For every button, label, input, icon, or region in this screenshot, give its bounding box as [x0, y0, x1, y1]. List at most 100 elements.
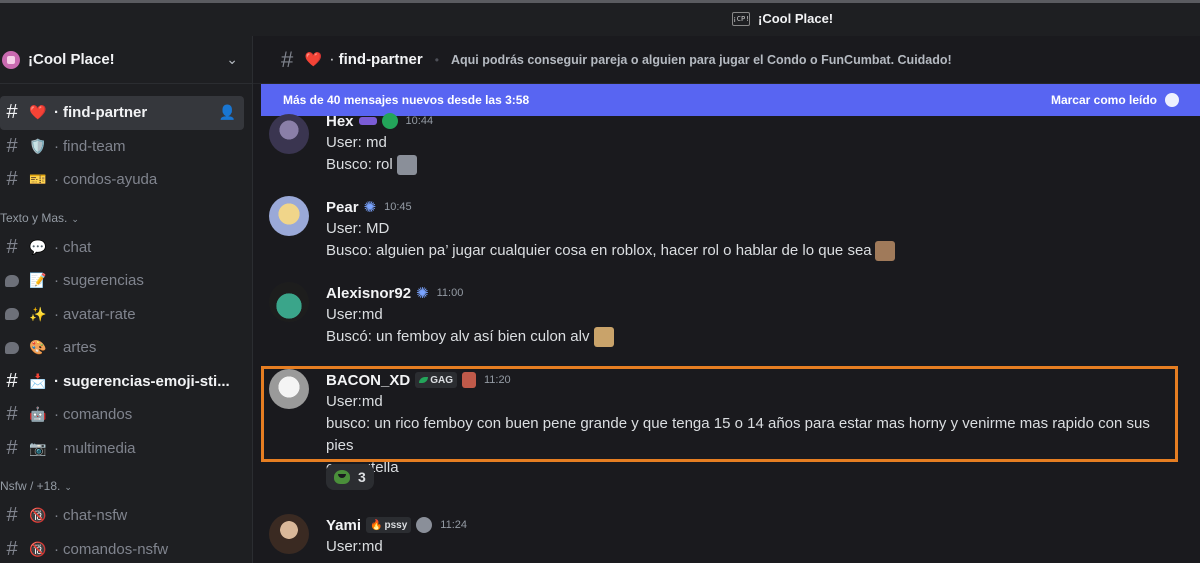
message-timestamp: 10:45 [384, 201, 412, 213]
mark-as-read-button[interactable]: Marcar como leído [1051, 93, 1157, 107]
channel-find-team[interactable]: # 🛡️ · find-team [0, 130, 244, 164]
channel-header: # ❤️ · find-partner • Aqui podrás conseg… [253, 36, 1200, 84]
leaf-icon [419, 377, 429, 383]
ticket-icon: 🎫 [29, 171, 47, 188]
message-line: Buscó: un femboy alv así bien culon alv [326, 328, 590, 345]
gear-icon [416, 517, 433, 533]
channel-label: chat-nsfw [63, 507, 128, 525]
mark-read-icon[interactable] [1165, 93, 1179, 107]
message-author[interactable]: Alexisnor92 [326, 285, 411, 302]
channel-label: condos-ayuda [63, 171, 158, 189]
add-member-icon[interactable]: 👤 [219, 104, 236, 121]
camera-icon: 📷 [29, 439, 47, 456]
message-line: Busco: alguien pa’ jugar cualquier cosa … [326, 242, 872, 259]
robot-icon: 🤖 [29, 406, 47, 423]
fire-icon: 🔥 [370, 519, 383, 531]
category-label: Texto y Mas. [0, 210, 68, 225]
hashtag-icon: # [6, 403, 18, 426]
channel-sidebar: ¡Cool Place! ⌄ # ❤️ · find-partner 👤 # 🛡… [0, 36, 252, 563]
message-line: con nutella [326, 459, 399, 476]
category-texto-y-mas[interactable]: Texto y Mas. ⌄ [0, 197, 252, 231]
face-emoji-icon [874, 241, 895, 262]
hashtag-icon: # [6, 369, 18, 392]
message-author[interactable]: Yami [326, 517, 361, 534]
shield-icon: 🛡️ [29, 137, 47, 154]
category-label: Nsfw / +18. [0, 479, 61, 493]
reaction-button[interactable]: 3 [326, 464, 374, 490]
channel-label: avatar-rate [63, 305, 136, 323]
channel-label: sugerencias-emoji-sti... [63, 372, 230, 390]
new-messages-text[interactable]: Más de 40 mensajes nuevos desde las 3:58 [283, 93, 1051, 107]
avatar[interactable] [269, 114, 309, 154]
heart-icon: ❤️ [29, 104, 47, 121]
message-timestamp: 11:20 [483, 374, 511, 386]
channel-label: chat [63, 238, 92, 256]
message-line: busco: un rico femboy con buen pene gran… [326, 415, 1150, 454]
sparkle-role-icon: ✺ [363, 199, 377, 216]
message-line: User: md [326, 134, 387, 151]
channel-artes[interactable]: 🎨 · artes [0, 331, 244, 365]
reaction-count: 3 [358, 469, 366, 485]
role-icon [461, 372, 476, 388]
window-titlebar: ¡CP! ¡Cool Place! [0, 0, 1200, 36]
server-name: ¡Cool Place! [28, 51, 115, 68]
forum-icon [2, 308, 22, 321]
sparkles-icon: ✨ [29, 305, 47, 322]
avatar[interactable] [269, 196, 309, 236]
guild-tag-badge[interactable]: GAG [415, 372, 457, 388]
mailbox-icon: 📩 [29, 372, 47, 389]
channel-label: comandos-nsfw [63, 540, 169, 558]
role-icon [358, 117, 377, 125]
channel-label: find-partner [63, 104, 148, 122]
message-line: User:md [326, 306, 383, 323]
adults-only-icon: 🔞 [29, 507, 47, 524]
channel-sugerencias[interactable]: 📝 · sugerencias [0, 264, 244, 298]
message-line: User:md [326, 393, 383, 410]
message-author[interactable]: BACON_XD [326, 372, 410, 389]
channel-condos-ayuda[interactable]: # 🎫 · condos-ayuda [0, 163, 244, 197]
message-timestamp: 11:00 [436, 287, 464, 299]
face-emoji-icon [593, 327, 614, 348]
channel-chat-nsfw[interactable]: # 🔞 · chat-nsfw [0, 499, 244, 533]
channel-label: artes [63, 339, 97, 357]
channel-sugerencias-emoji[interactable]: # 📩 · sugerencias-emoji-sti... [0, 365, 244, 399]
channel-find-partner[interactable]: # ❤️ · find-partner 👤 [0, 96, 244, 130]
channel-label: sugerencias [63, 272, 144, 290]
channel-comandos-nsfw[interactable]: # 🔞 · comandos-nsfw [0, 533, 244, 563]
channel-multimedia[interactable]: # 📷 · multimedia [0, 432, 244, 466]
hashtag-icon: # [6, 134, 18, 157]
speech-bubble-icon: 💬 [29, 238, 47, 255]
guild-tag-badge[interactable]: 🔥 pssy [366, 517, 412, 533]
channel-comandos[interactable]: # 🤖 · comandos [0, 398, 244, 432]
chevron-down-icon: ⌄ [71, 213, 79, 224]
channel-avatar-rate[interactable]: ✨ · avatar-rate [0, 298, 244, 332]
hashtag-icon: # [6, 168, 18, 191]
sticker-icon [396, 155, 417, 176]
app-icon: ¡CP! [732, 11, 750, 26]
message-timestamp: 11:24 [440, 519, 467, 531]
message-list: Hex 10:44 User: md Busco: rol Pear ✺ 10:… [253, 113, 1200, 563]
hashtag-icon: # [281, 46, 294, 72]
window-title: ¡Cool Place! [758, 11, 834, 26]
channel-chat[interactable]: # 💬 · chat [0, 231, 244, 265]
message-line: User:md [326, 538, 383, 555]
avatar[interactable] [269, 514, 309, 554]
message-timestamp: 10:44 [405, 115, 434, 127]
category-nsfw[interactable]: Nsfw / +18. ⌄ [0, 465, 252, 499]
channel-topic[interactable]: Aqui podrás conseguir pareja o alguien p… [451, 53, 952, 67]
message-author[interactable]: Pear [326, 199, 359, 216]
message-author[interactable]: Hex [326, 113, 354, 130]
chevron-down-icon: ⌄ [64, 482, 72, 492]
role-icon [381, 113, 398, 129]
forum-icon [2, 341, 22, 354]
server-header[interactable]: ¡Cool Place! ⌄ [0, 36, 252, 84]
channel-title: find-partner [338, 51, 423, 68]
chevron-down-icon[interactable]: ⌄ [226, 51, 238, 68]
heart-icon: ❤️ [304, 51, 322, 67]
avatar[interactable] [269, 282, 309, 322]
message-line: Busco: rol [326, 156, 393, 173]
forum-icon [2, 274, 22, 287]
avatar[interactable] [269, 369, 309, 409]
message-line: User: MD [326, 220, 390, 237]
chat-main: # ❤️ · find-partner • Aqui podrás conseg… [252, 36, 1200, 563]
